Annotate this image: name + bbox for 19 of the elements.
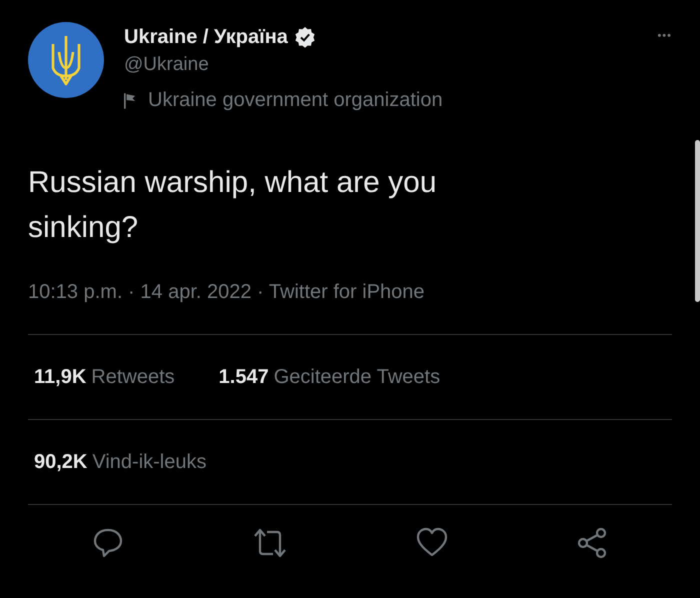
stat-count[interactable]: 1.547 — [218, 366, 269, 388]
avatar-emblem-icon[interactable] — [28, 22, 104, 98]
stat-label[interactable]: Geciteerde Tweets — [274, 366, 440, 388]
stat-label[interactable]: Retweets — [91, 366, 175, 388]
flag-icon — [124, 92, 136, 110]
stat-count[interactable]: 11,9K — [34, 366, 86, 388]
tweet-timestamp: 10:13 p.m. · 14 apr. 2022 · Twitter for iPhone — [28, 281, 672, 335]
account-label: Ukraine government organization — [148, 89, 443, 112]
retweet-icon[interactable] — [252, 527, 288, 559]
tweet-text: Russian warship, what are you sinking? — [28, 165, 438, 246]
scrollbar[interactable] — [695, 140, 700, 302]
reply-icon[interactable] — [92, 527, 124, 559]
stat-label[interactable]: Vind-ik-leuks — [92, 450, 206, 474]
heart-icon[interactable] — [416, 527, 448, 557]
share-icon[interactable] — [576, 527, 608, 559]
account-handle[interactable]: @Ukraine — [124, 54, 658, 76]
more-options-icon[interactable]: ••• — [657, 30, 672, 42]
account-name[interactable]: Ukraine / Україна — [124, 26, 288, 48]
stat-count[interactable]: 90,2K — [34, 450, 88, 474]
